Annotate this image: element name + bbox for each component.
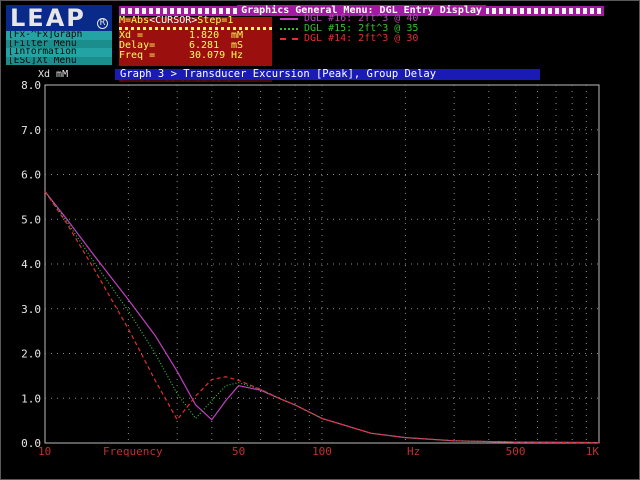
y-tick-label: 5.0 (21, 213, 41, 226)
y-tick-label: 3.0 (21, 303, 41, 316)
y-tick-label: 2.0 (21, 348, 41, 361)
x-tick-label: 10 (38, 445, 51, 458)
x-axis-unit: Hz (407, 445, 420, 458)
y-tick-label: 4.0 (21, 258, 41, 271)
x-tick-label: 500 (506, 445, 526, 458)
y-tick-label: 1.0 (21, 392, 41, 405)
x-tick-label: 50 (232, 445, 245, 458)
y-tick-label: 8.0 (21, 79, 41, 92)
excursion-chart[interactable]: 8.07.06.05.04.03.02.01.00.010 50 100 500 1KF… (0, 0, 640, 480)
x-tick-label: 100 (312, 445, 332, 458)
x-tick-label: 1K (586, 445, 600, 458)
x-axis-title: Frequency (103, 445, 163, 458)
y-tick-label: 7.0 (21, 124, 41, 137)
y-tick-label: 6.0 (21, 169, 41, 182)
